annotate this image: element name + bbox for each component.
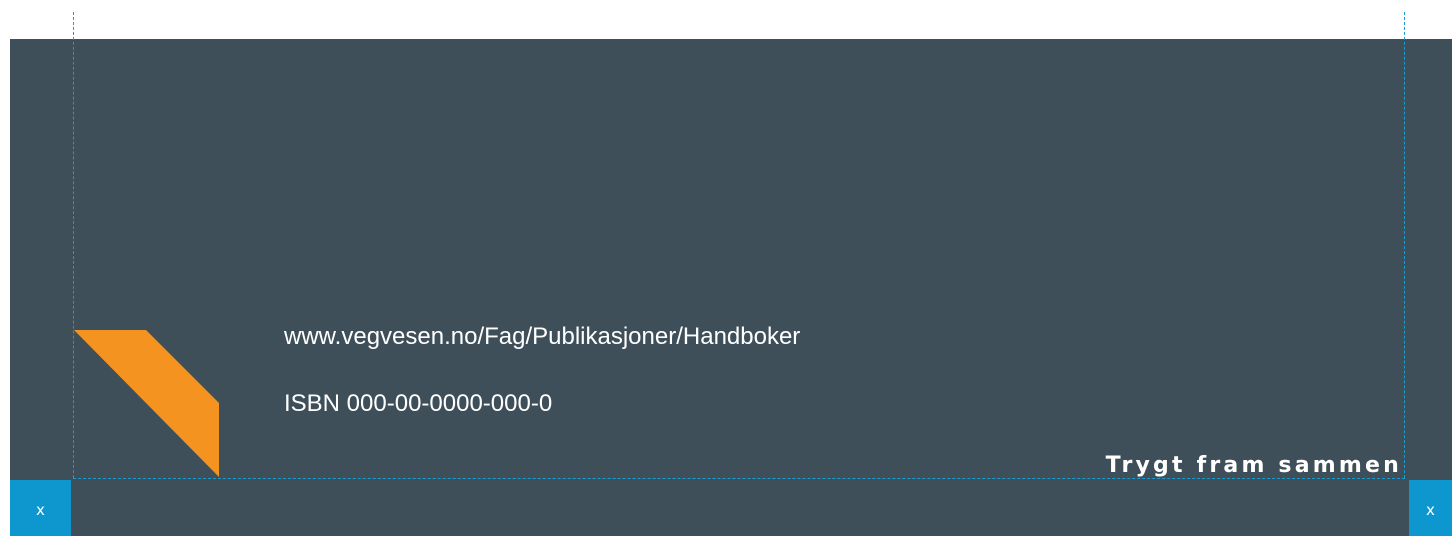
orange-chevron-icon bbox=[74, 330, 219, 477]
isbn-number: ISBN 000-00-0000-000-0 bbox=[284, 390, 553, 417]
document-back-cover: www.vegvesen.no/Fag/Publikasjoner/Handbo… bbox=[0, 0, 1452, 536]
chevron-shape bbox=[74, 330, 219, 477]
publication-url: www.vegvesen.no/Fag/Publikasjoner/Handbo… bbox=[284, 323, 801, 350]
crop-marker-left: x bbox=[10, 480, 71, 536]
crop-marker-right: x bbox=[1409, 480, 1452, 536]
margin-guide-right bbox=[1404, 12, 1405, 478]
crop-marker-left-label: x bbox=[36, 501, 45, 519]
crop-marker-right-label: x bbox=[1426, 501, 1435, 519]
slogan-text: Trygt fram sammen bbox=[1105, 453, 1402, 478]
margin-guide-bottom bbox=[73, 478, 1405, 479]
